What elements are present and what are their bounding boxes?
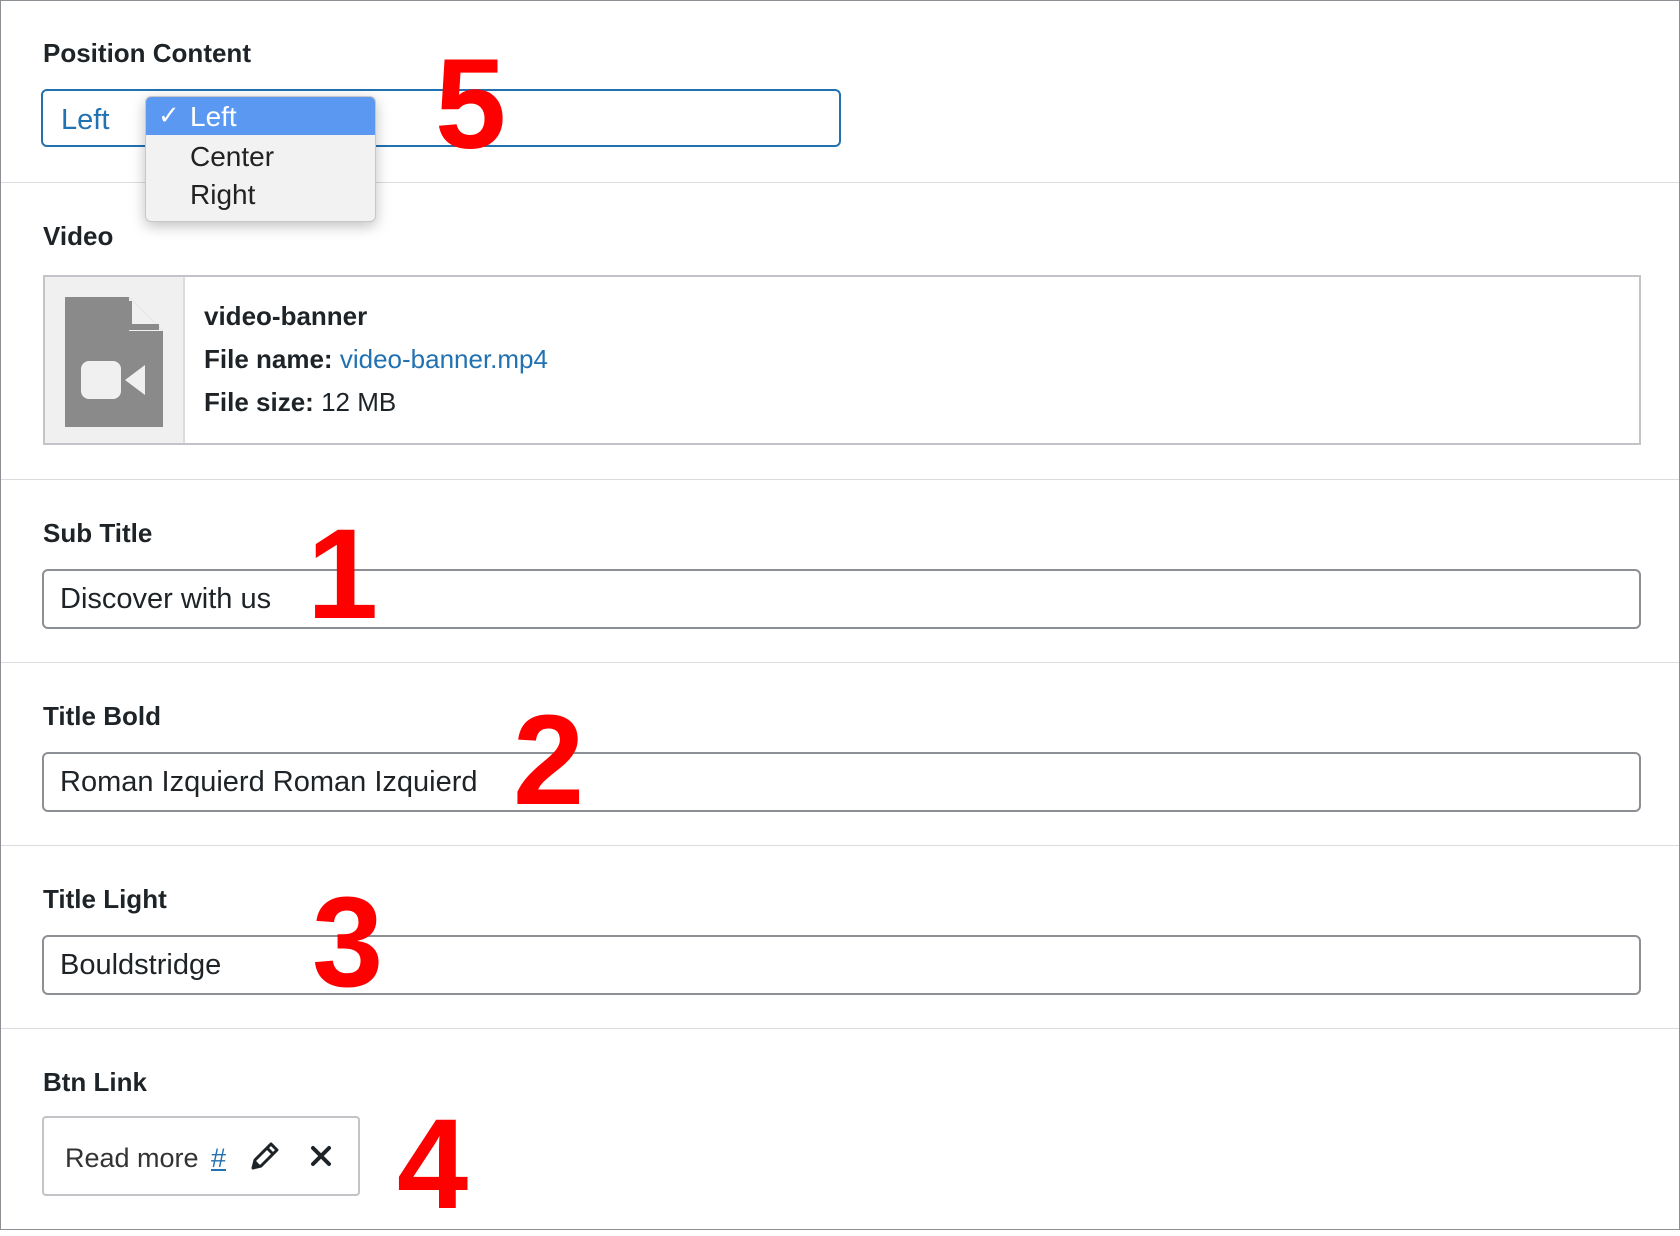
file-size-value: 12 MB bbox=[321, 387, 397, 417]
annotation-3: 3 bbox=[312, 871, 384, 1014]
video-attachment: video-banner File name: video-banner.mp4… bbox=[43, 275, 1641, 445]
video-title: video-banner bbox=[204, 301, 368, 331]
option-label: Right bbox=[190, 179, 256, 210]
link-url[interactable]: # bbox=[211, 1143, 226, 1174]
position-content-label: Position Content bbox=[43, 38, 251, 68]
option-label: Center bbox=[190, 141, 275, 172]
annotation-5: 5 bbox=[435, 33, 507, 176]
title-bold-label: Title Bold bbox=[43, 701, 161, 731]
option-label: Left bbox=[190, 101, 237, 132]
checkmark-icon: ✓ bbox=[158, 100, 180, 130]
annotation-4: 4 bbox=[397, 1093, 469, 1236]
select-value: Left bbox=[61, 104, 110, 136]
btn-link-label: Btn Link bbox=[43, 1067, 147, 1097]
sub-title-input[interactable] bbox=[42, 569, 1641, 629]
file-name-row: File name: video-banner.mp4 bbox=[204, 344, 548, 375]
acf-fields-panel: Position Content Left Video video-banner… bbox=[0, 0, 1680, 1230]
position-content-dropdown: ✓ Left Center Right bbox=[145, 96, 376, 222]
close-icon[interactable] bbox=[305, 1140, 337, 1172]
title-light-input[interactable] bbox=[42, 935, 1641, 995]
title-bold-input[interactable] bbox=[42, 752, 1641, 812]
file-name-label: File name: bbox=[204, 344, 333, 374]
pencil-icon[interactable] bbox=[249, 1140, 281, 1172]
file-size-label: File size: bbox=[204, 387, 314, 417]
annotation-1: 1 bbox=[307, 503, 379, 646]
sub-title-label: Sub Title bbox=[43, 518, 153, 548]
dropdown-option-left[interactable]: ✓ Left bbox=[146, 97, 375, 135]
dropdown-option-center[interactable]: Center bbox=[146, 137, 375, 175]
file-name-link[interactable]: video-banner.mp4 bbox=[340, 344, 548, 374]
video-thumbnail bbox=[45, 277, 185, 443]
link-preview: Read more # bbox=[42, 1116, 360, 1196]
title-light-label: Title Light bbox=[43, 884, 167, 914]
link-text: Read more bbox=[65, 1143, 199, 1173]
video-label: Video bbox=[43, 221, 114, 251]
dropdown-option-right[interactable]: Right bbox=[146, 175, 375, 213]
video-file-icon bbox=[65, 297, 163, 427]
annotation-2: 2 bbox=[513, 689, 585, 832]
file-size-row: File size: 12 MB bbox=[204, 387, 396, 418]
